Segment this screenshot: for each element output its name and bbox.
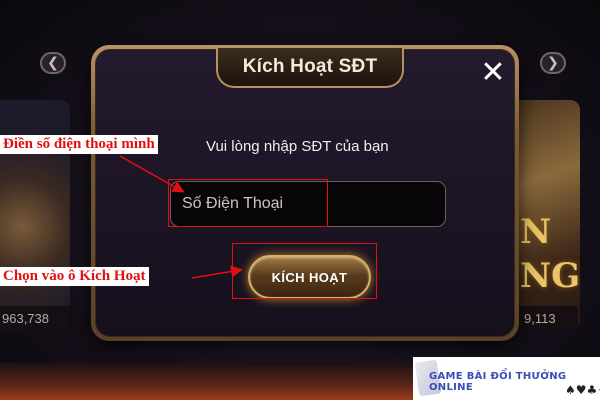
activate-hint-arrow — [191, 265, 243, 279]
phone-hint-arrow — [119, 155, 185, 193]
site-watermark: GAME BÀI ĐỔI THƯỞNG ONLINE ♠♥♣♦ — [413, 357, 600, 400]
card-suits-icon: ♠♥♣♦ — [565, 383, 600, 397]
annotation-arrows — [119, 155, 243, 279]
phone-hint-label: Điền số điện thoại mình — [0, 135, 158, 154]
activate-hint-label: Chọn vào ô Kích Hoạt — [0, 267, 149, 286]
